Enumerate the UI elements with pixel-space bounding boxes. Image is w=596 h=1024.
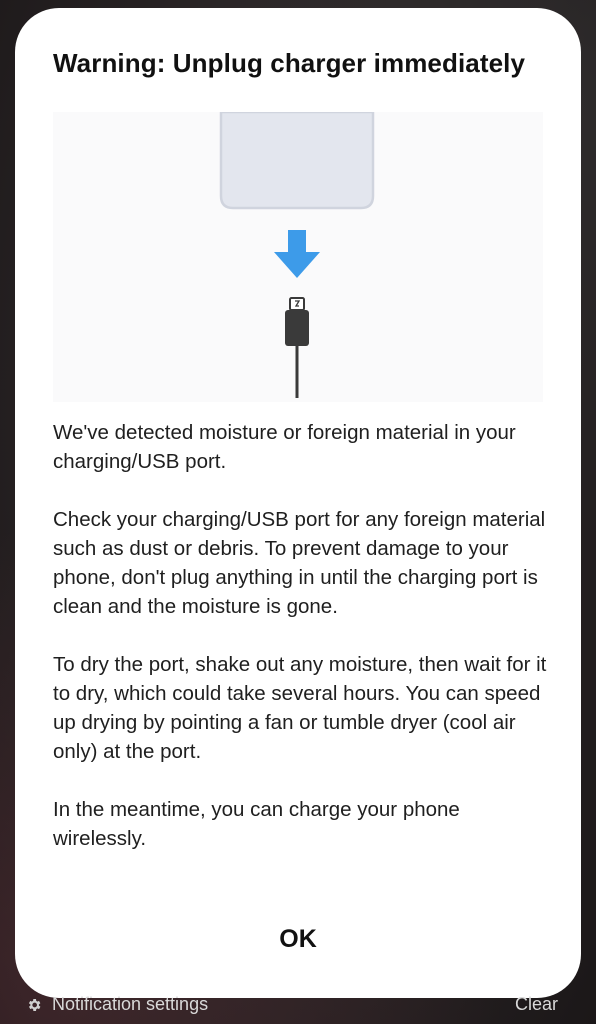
dialog-title: Warning: Unplug charger immediately xyxy=(53,48,526,78)
usb-cable-icon xyxy=(285,297,309,398)
message-paragraph: In the meantime, you can charge your pho… xyxy=(53,798,460,850)
notification-shade-footer: Notification settings Clear xyxy=(0,990,596,1024)
gear-icon xyxy=(28,998,41,1011)
dialog-message: We've detected moisture or foreign mater… xyxy=(53,418,553,882)
clear-button[interactable]: Clear xyxy=(515,994,558,1015)
phone-bottom-icon xyxy=(219,112,375,210)
message-paragraph: We've detected moisture or foreign mater… xyxy=(53,421,516,473)
ok-button[interactable]: OK xyxy=(218,914,378,964)
notification-settings-button[interactable]: Notification settings xyxy=(26,994,208,1015)
notification-settings-label: Notification settings xyxy=(52,994,209,1014)
message-paragraph: Check your charging/USB port for any for… xyxy=(53,508,546,618)
unplug-illustration xyxy=(53,112,543,402)
arrow-down-icon xyxy=(274,230,320,278)
moisture-warning-dialog: Warning: Unplug charger immediately We'v… xyxy=(15,8,581,998)
message-paragraph: To dry the port, shake out any moisture,… xyxy=(53,653,547,763)
